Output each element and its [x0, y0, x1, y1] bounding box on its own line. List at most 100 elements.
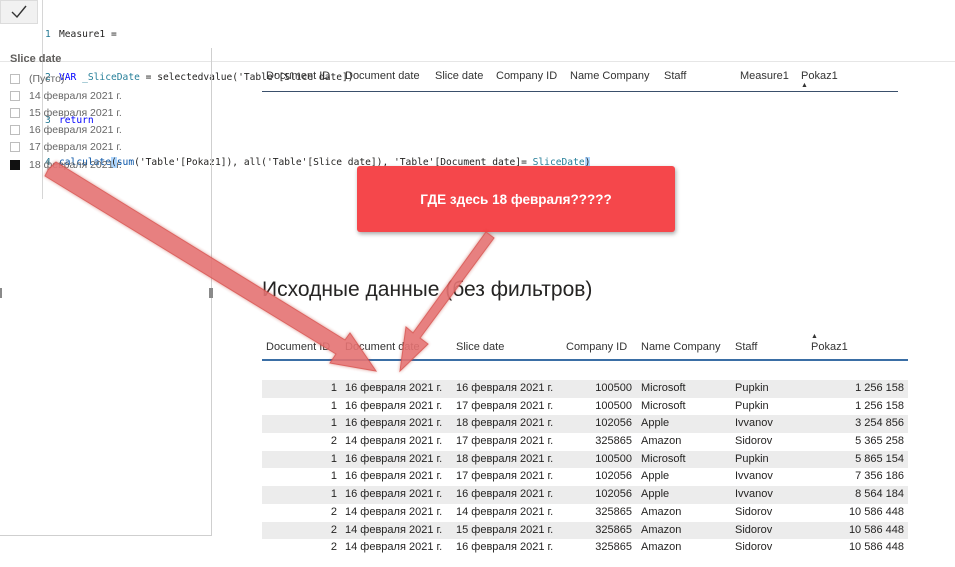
slicer-item-label: 15 февраля 2021 г. — [29, 106, 122, 119]
cell-document-date: 16 февраля 2021 г. — [345, 399, 443, 412]
cell-pokaz1: 7 356 186 — [855, 470, 904, 483]
cell-company-id: 325865 — [595, 523, 632, 536]
table-row[interactable]: 2 14 февраля 2021 г. 16 февраля 2021 г. 325… — [262, 539, 908, 557]
col-header-name-company[interactable]: Name Company — [641, 341, 720, 353]
cell-company-id: 100500 — [595, 452, 632, 465]
table-row[interactable]: 2 14 февраля 2021 г. 15 февраля 2021 г. 325… — [262, 521, 908, 540]
slicer-item-label: 16 февраля 2021 г. — [29, 124, 122, 137]
col-header-pokaz1[interactable]: Pokaz1 — [811, 341, 848, 353]
slicer-item[interactable]: 15 февраля 2021 г. — [10, 104, 122, 121]
cell-name-company: Microsoft — [641, 452, 686, 465]
slicer-item-label: 14 февраля 2021 г. — [29, 89, 122, 102]
table-row[interactable]: 2 14 февраля 2021 г. 17 февраля 2021 г. 325… — [262, 433, 908, 451]
col-header-staff[interactable]: Staff — [664, 70, 686, 82]
col-header-document-id[interactable]: Document ID — [266, 341, 330, 353]
col-header-staff[interactable]: Staff — [735, 341, 757, 353]
cell-document-date: 14 февраля 2021 г. — [345, 435, 443, 448]
checkbox-checked[interactable] — [10, 159, 20, 170]
sort-asc-icon: ▲ — [811, 333, 818, 340]
source-data-table: Document ID Document date Slice date Com… — [262, 333, 908, 553]
table-row[interactable]: 1 16 февраля 2021 г. 17 февраля 2021 г. 100… — [262, 398, 908, 416]
callout-box: ГДЕ здесь 18 февраля????? — [357, 166, 675, 232]
cell-slice-date: 14 февраля 2021 г. — [456, 505, 554, 518]
section-heading: Исходные данные (без фильтров) — [262, 278, 593, 301]
slicer-list: (Пусто) 14 февраля 2021 г. 15 февраля 20… — [10, 70, 122, 173]
cell-staff: Pupkin — [735, 399, 769, 412]
cell-document-date: 14 февраля 2021 г. — [345, 541, 443, 554]
table-row[interactable]: 1 16 февраля 2021 г. 16 февраля 2021 г. 102… — [262, 486, 908, 504]
cell-document-id: 1 — [330, 452, 337, 465]
cell-company-id: 102056 — [595, 488, 632, 501]
col-header-company-id[interactable]: Company ID — [566, 341, 627, 353]
checkbox[interactable] — [10, 107, 20, 118]
slicer-title: Slice date — [10, 53, 62, 65]
cell-staff: Pupkin — [735, 382, 769, 394]
cell-slice-date: 16 февраля 2021 г. — [456, 488, 554, 501]
slicer-item[interactable]: 17 февраля 2021 г. — [10, 139, 122, 156]
checkbox[interactable] — [10, 142, 20, 153]
cell-slice-date: 17 февраля 2021 г. — [456, 399, 554, 412]
cell-company-id: 100500 — [595, 382, 632, 394]
resize-handle-right[interactable] — [209, 288, 213, 298]
cell-company-id: 100500 — [595, 399, 632, 412]
slicer-item[interactable]: (Пусто) — [10, 70, 122, 87]
cell-name-company: Apple — [641, 417, 670, 430]
col-header-document-date[interactable]: Document date — [345, 341, 420, 353]
cell-staff: Sidorov — [735, 523, 773, 536]
col-header-company-id[interactable]: Company ID — [496, 70, 557, 82]
cell-staff: Pupkin — [735, 452, 769, 465]
slicer-item-label: 18 февраля 2021 г. — [29, 158, 122, 171]
cell-company-id: 102056 — [595, 470, 632, 483]
slice-date-slicer[interactable]: Slice date (Пусто) 14 февраля 2021 г. 15… — [0, 48, 213, 536]
table-row[interactable]: 2 14 февраля 2021 г. 14 февраля 2021 г. 325… — [262, 504, 908, 522]
slicer-item[interactable]: 14 февраля 2021 г. — [10, 87, 122, 104]
col-header-document-id[interactable]: Document ID — [266, 70, 330, 82]
slicer-item[interactable]: 16 февраля 2021 г. — [10, 122, 122, 139]
cell-document-id: 1 — [330, 470, 337, 483]
cell-name-company: Apple — [641, 470, 670, 483]
cell-staff: Sidorov — [735, 505, 773, 518]
checkbox[interactable] — [10, 73, 20, 84]
table-row[interactable]: 1 16 февраля 2021 г. 16 февраля 2021 г. 100… — [262, 380, 908, 398]
cell-document-date: 16 февраля 2021 г. — [345, 488, 443, 501]
cell-name-company: Microsoft — [641, 399, 686, 412]
cell-staff: Ivvanov — [735, 488, 773, 501]
cell-document-id: 2 — [330, 523, 337, 536]
table-row[interactable]: 1 16 февраля 2021 г. 18 февраля 2021 г. 102… — [262, 415, 908, 434]
slicer-item-label: (Пусто) — [29, 72, 65, 85]
cell-slice-date: 17 февраля 2021 г. — [456, 435, 554, 448]
table-body: 1 16 февраля 2021 г. 16 февраля 2021 г. 100… — [262, 380, 908, 557]
checkbox[interactable] — [10, 90, 20, 101]
col-header-pokaz1[interactable]: Pokaz1 — [801, 70, 838, 82]
col-header-document-date[interactable]: Document date — [345, 70, 420, 82]
cell-pokaz1: 5 865 154 — [855, 452, 904, 465]
cell-document-date: 16 февраля 2021 г. — [345, 382, 443, 394]
cell-name-company: Apple — [641, 488, 670, 501]
commit-button[interactable] — [0, 0, 38, 24]
checkbox[interactable] — [10, 125, 20, 136]
sort-asc-icon: ▲ — [801, 82, 808, 89]
table-row[interactable]: 1 16 февраля 2021 г. 18 февраля 2021 г. 100… — [262, 450, 908, 469]
cell-document-date: 14 февраля 2021 г. — [345, 523, 443, 536]
table-row[interactable]: 1 16 февраля 2021 г. 17 февраля 2021 г. 102… — [262, 468, 908, 486]
cell-company-id: 325865 — [595, 505, 632, 518]
cell-document-id: 1 — [330, 399, 337, 412]
col-header-name-company[interactable]: Name Company — [570, 70, 649, 82]
cell-slice-date: 17 февраля 2021 г. — [456, 470, 554, 483]
col-header-measure1[interactable]: Measure1 — [740, 70, 789, 82]
cell-document-id: 2 — [330, 435, 337, 448]
slicer-item-selected[interactable]: 18 февраля 2021 г. — [10, 156, 122, 173]
col-header-slice-date[interactable]: Slice date — [435, 70, 483, 82]
cell-document-date: 16 февраля 2021 г. — [345, 470, 443, 483]
checkmark-icon — [11, 5, 27, 19]
cell-document-date: 14 февраля 2021 г. — [345, 505, 443, 518]
cell-pokaz1: 5 365 258 — [855, 435, 904, 448]
col-header-slice-date[interactable]: Slice date — [456, 341, 504, 353]
cell-name-company: Amazon — [641, 541, 682, 554]
cell-slice-date: 15 февраля 2021 г. — [456, 523, 554, 536]
resize-handle-left[interactable] — [0, 288, 2, 298]
cell-pokaz1: 3 254 856 — [855, 417, 904, 430]
cell-document-id: 2 — [330, 541, 337, 554]
cell-document-date: 16 февраля 2021 г. — [345, 417, 443, 430]
filtered-table: Document ID Document date Slice date Com… — [262, 66, 898, 92]
